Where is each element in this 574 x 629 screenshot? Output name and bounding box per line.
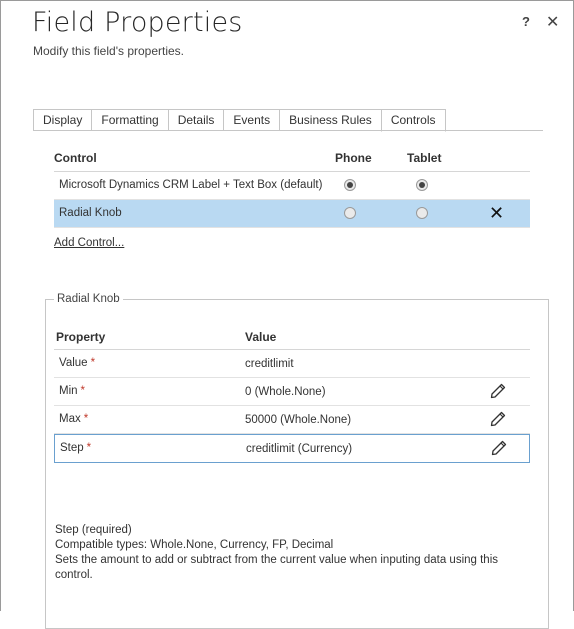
property-row-max[interactable]: Max * 50000 (Whole.None) [54, 406, 530, 434]
description-text: Sets the amount to add or subtract from … [55, 554, 499, 566]
help-icon[interactable]: ? [522, 14, 530, 29]
property-name: Step * [60, 442, 91, 454]
property-value: creditlimit [245, 358, 294, 370]
property-description: Step (required) Compatible types: Whole.… [55, 523, 525, 583]
edit-pencil-icon[interactable] [490, 383, 506, 399]
tab-formatting[interactable]: Formatting [91, 109, 168, 131]
property-name: Value * [59, 357, 95, 369]
property-name-text: Max [59, 413, 81, 425]
property-row-min[interactable]: Min * 0 (Whole.None) [54, 378, 530, 406]
property-row-step[interactable]: Step * creditlimit (Currency) [54, 434, 530, 463]
remove-control-icon[interactable]: ✕ [489, 203, 504, 224]
tab-display[interactable]: Display [33, 109, 92, 131]
control-name: Radial Knob [59, 207, 122, 219]
column-header-value: Value [245, 330, 277, 344]
controls-table: Control Phone Tablet Microsoft Dynamics … [54, 147, 530, 228]
property-name-text: Step [60, 442, 84, 454]
property-value: creditlimit (Currency) [246, 443, 353, 455]
description-text-cont: control. [55, 569, 93, 581]
required-mark: * [80, 385, 86, 397]
required-mark: * [90, 357, 96, 369]
add-control-link[interactable]: Add Control... [54, 237, 124, 249]
column-header-phone: Phone [335, 151, 372, 165]
required-mark: * [83, 413, 89, 425]
property-row-value[interactable]: Value * creditlimit [54, 350, 530, 378]
description-types: Compatible types: Whole.None, Currency, … [55, 539, 334, 551]
property-name: Min * [59, 385, 85, 397]
dialog-title: Field Properties [32, 7, 243, 38]
tab-controls[interactable]: Controls [380, 109, 446, 132]
tab-business-rules[interactable]: Business Rules [279, 109, 381, 131]
controls-table-header: Control Phone Tablet [54, 147, 530, 172]
property-value: 50000 (Whole.None) [245, 414, 352, 426]
property-name-text: Min [59, 385, 78, 397]
properties-table: Property Value Value * creditlimit Min * 0… [54, 325, 530, 463]
dialog-subtitle: Modify this field's properties. [33, 44, 185, 58]
tablet-radio[interactable] [416, 207, 428, 219]
property-value: 0 (Whole.None) [245, 386, 326, 398]
tab-events[interactable]: Events [223, 109, 280, 131]
column-header-property: Property [56, 330, 106, 344]
column-header-tablet: Tablet [407, 151, 442, 165]
control-row-radial-knob[interactable]: Radial Knob ✕ [54, 200, 530, 228]
property-name-text: Value [59, 357, 88, 369]
description-title: Step (required) [55, 524, 132, 536]
control-row-default[interactable]: Microsoft Dynamics CRM Label + Text Box … [54, 172, 530, 200]
edit-pencil-icon[interactable] [491, 440, 507, 456]
control-name: Microsoft Dynamics CRM Label + Text Box … [59, 179, 323, 191]
edit-pencil-icon[interactable] [490, 411, 506, 427]
property-name: Max * [59, 413, 88, 425]
column-header-control: Control [54, 151, 97, 165]
required-mark: * [86, 442, 92, 454]
properties-table-header: Property Value [54, 325, 530, 350]
tablet-radio[interactable] [416, 179, 428, 191]
phone-radio[interactable] [344, 179, 356, 191]
tab-details[interactable]: Details [167, 109, 224, 131]
phone-radio[interactable] [344, 207, 356, 219]
close-icon[interactable]: ✕ [546, 12, 559, 32]
field-properties-dialog: Field Properties Modify this field's pro… [0, 0, 574, 629]
section-legend: Radial Knob [54, 293, 123, 305]
tab-divider [33, 130, 543, 131]
tab-bar: Display Formatting Details Events Busine… [33, 109, 446, 132]
